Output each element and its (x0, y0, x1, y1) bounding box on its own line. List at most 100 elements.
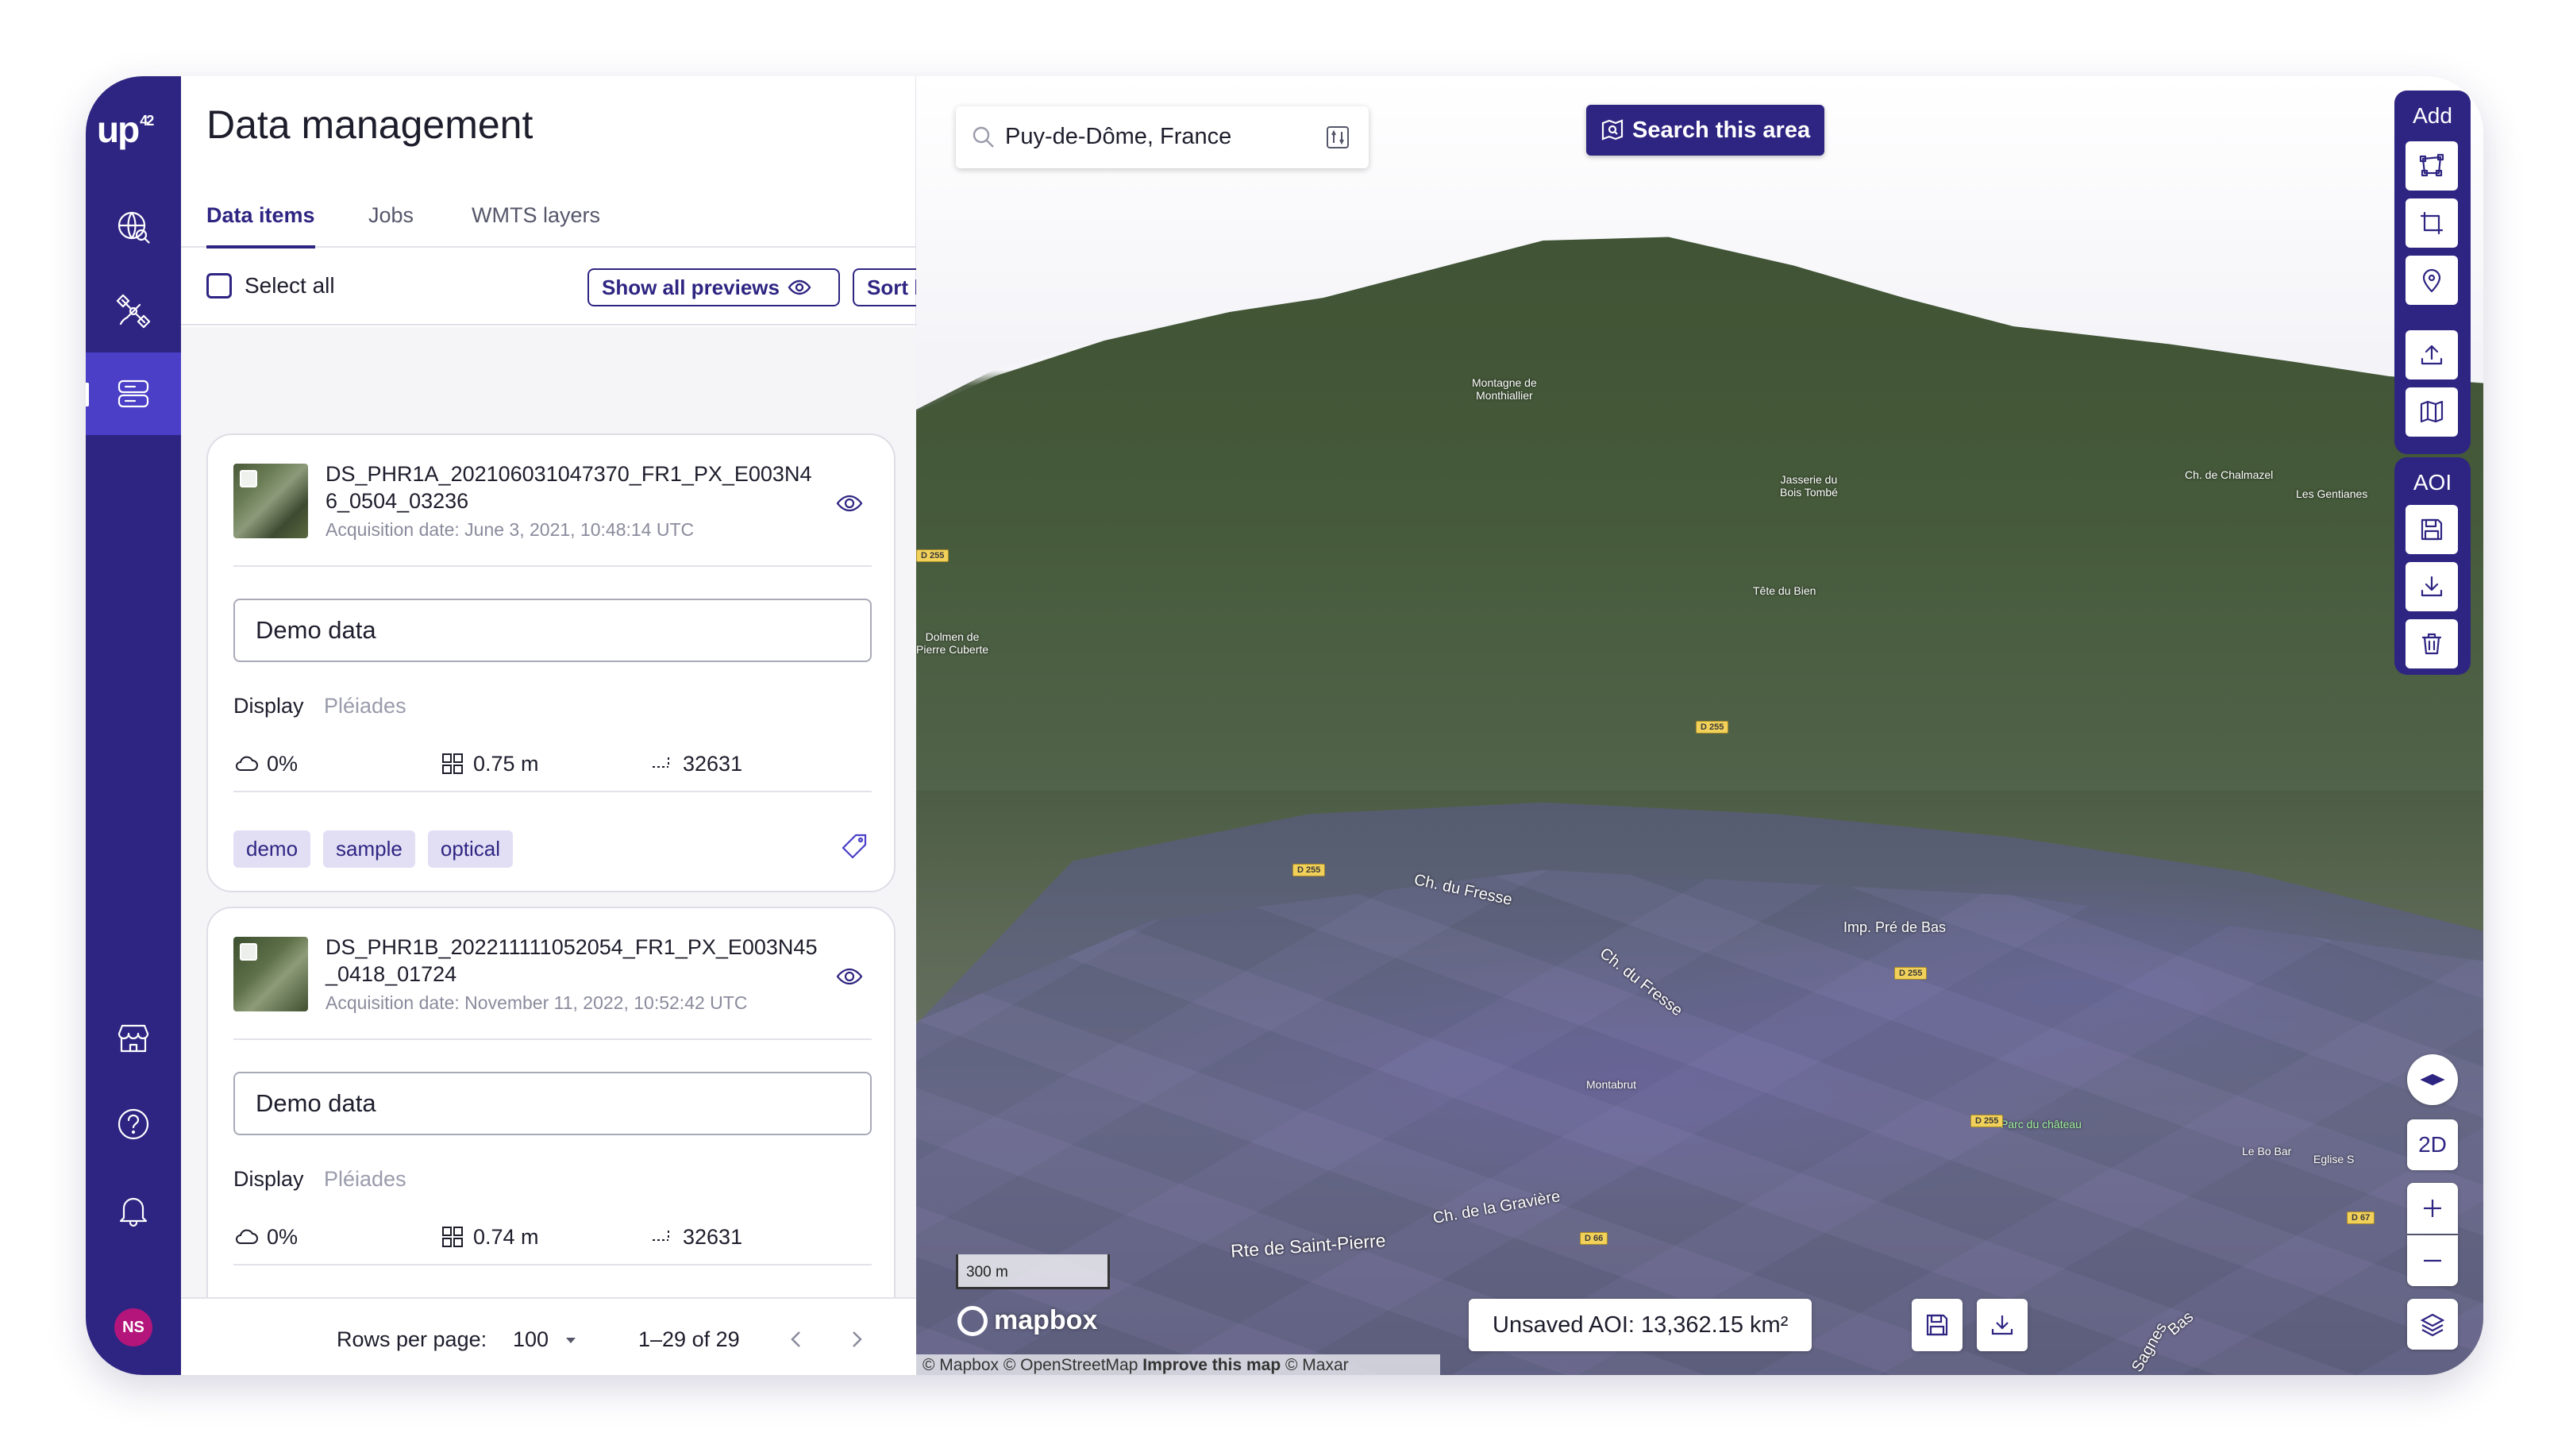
zoom-out-button[interactable] (2407, 1235, 2458, 1286)
road-badge: D 255 (1894, 967, 1928, 980)
compass-icon (2420, 1073, 2445, 1086)
saved-aois-button[interactable] (2406, 387, 2458, 437)
place-label: Montagne de Monthiallier (1472, 376, 1537, 402)
edit-tags-icon[interactable] (840, 832, 869, 861)
zoom-in-button[interactable] (2407, 1183, 2458, 1234)
draw-polygon-button[interactable] (2406, 141, 2458, 191)
list-toolbar: Select all Show all previews Sort by (181, 249, 983, 325)
tab-wmts-layers[interactable]: WMTS layers (472, 203, 600, 245)
rows-per-page-select[interactable]: 100 (513, 1327, 579, 1352)
coordinates-icon[interactable] (1324, 124, 1351, 151)
item-acquisition-date: Acquisition date: November 11, 2022, 10:… (325, 992, 748, 1013)
item-thumbnail[interactable] (233, 464, 308, 538)
tag-list: demo sample optical (233, 830, 514, 868)
delete-aoi-button[interactable] (2406, 619, 2458, 668)
item-title-input[interactable]: Demo data (233, 1072, 872, 1135)
help-icon (117, 1108, 149, 1140)
download-aoi-status-button[interactable] (1977, 1299, 2028, 1351)
improve-map-link[interactable]: Improve this map (1142, 1356, 1281, 1374)
select-all-checkbox[interactable] (206, 273, 232, 299)
projection-icon (653, 1231, 669, 1241)
compass-button[interactable] (2407, 1054, 2458, 1105)
nav-search-catalog[interactable] (86, 186, 181, 268)
aoi-overlay[interactable] (916, 802, 2483, 1375)
add-toolgroup: Add (2394, 91, 2471, 454)
divider (233, 1264, 872, 1265)
save-aoi-status-button[interactable] (1912, 1299, 1963, 1351)
aoi-toolgroup: AOI (2394, 457, 2471, 675)
display-label: Display (233, 694, 304, 718)
place-label: Imp. Pré de Bas (1843, 919, 1947, 935)
crs: 32631 (649, 1224, 742, 1250)
place-label: Ch. de Chalmazel (2185, 468, 2274, 481)
save-icon (1926, 1314, 1948, 1336)
rectangle-icon (2420, 211, 2444, 235)
layers-button[interactable] (2407, 1299, 2458, 1350)
data-item-card[interactable]: DS_PHR1A_202106031047370_FR1_PX_E003N46_… (206, 433, 896, 892)
prev-page-icon[interactable] (784, 1327, 808, 1351)
item-thumbnail[interactable] (233, 937, 308, 1011)
user-avatar[interactable]: NS (114, 1308, 152, 1346)
mapbox-logo[interactable]: mapbox (957, 1305, 1097, 1336)
nav-marketplace[interactable] (86, 997, 181, 1080)
polygon-icon (2419, 153, 2444, 177)
nav-data-management[interactable] (86, 352, 181, 435)
page-title: Data management (206, 102, 533, 147)
download-icon (2421, 576, 2443, 597)
tab-jobs[interactable]: Jobs (368, 203, 414, 245)
item-checkbox[interactable] (240, 943, 257, 961)
draw-point-button[interactable] (2406, 256, 2458, 305)
place-label: Eglise S (2313, 1153, 2355, 1165)
crs: 32631 (649, 751, 742, 776)
bell-icon (119, 1197, 148, 1227)
up42-logo[interactable]: up 42 (97, 108, 154, 151)
search-this-area-button[interactable]: Search this area (1586, 105, 1825, 156)
download-icon (1991, 1315, 2013, 1335)
preview-eye-icon[interactable] (835, 489, 864, 518)
show-all-previews-button[interactable]: Show all previews (587, 268, 840, 306)
item-acquisition-date: Acquisition date: June 3, 2021, 10:48:14… (325, 519, 695, 540)
view-mode-toggle[interactable]: 2D (2407, 1119, 2458, 1170)
aoi-status: Unsaved AOI: 13,362.15 km² (1469, 1299, 1812, 1351)
data-item-card[interactable]: DS_PHR1B_202211111052054_FR1_PX_E003N45_… (206, 907, 896, 1297)
location-search[interactable]: Puy-de-Dôme, France (956, 106, 1369, 168)
mapbox-logo-icon (957, 1305, 988, 1336)
display-label: Display (233, 1167, 304, 1191)
nav-tasking[interactable] (86, 270, 181, 352)
globe-search-icon (117, 211, 150, 244)
nav-help[interactable] (86, 1083, 181, 1165)
cloud-value: 0% (267, 751, 299, 776)
item-checkbox[interactable] (240, 470, 257, 487)
resolution: 0.75 m (440, 751, 539, 776)
upload-aoi-button[interactable] (2406, 330, 2458, 379)
crs-value: 32631 (683, 1224, 743, 1249)
draw-rectangle-button[interactable] (2406, 198, 2458, 248)
road-badge: D 67 (2347, 1211, 2375, 1224)
search-icon (973, 126, 994, 148)
panel-tabs: Data items Jobs WMTS layers (181, 187, 916, 248)
data-items-list[interactable]: DS_PHR1A_202106031047370_FR1_PX_E003N46_… (181, 327, 916, 1297)
next-page-icon[interactable] (845, 1327, 869, 1351)
projection-icon (653, 757, 669, 768)
save-icon (2421, 518, 2443, 541)
road-badge: D 66 (1580, 1232, 1608, 1245)
road-badge: D 255 (1292, 864, 1326, 876)
tag[interactable]: sample (323, 830, 415, 868)
tab-data-items[interactable]: Data items (206, 203, 315, 248)
item-title-input[interactable]: Demo data (233, 599, 872, 662)
nav-notifications[interactable] (86, 1169, 181, 1251)
tag[interactable]: demo (233, 830, 311, 868)
search-input[interactable]: Puy-de-Dôme, France (1005, 124, 1231, 150)
display-value: Pléiades (324, 694, 406, 718)
save-aoi-button[interactable] (2406, 505, 2458, 554)
grid-icon (442, 1227, 463, 1247)
divider (233, 565, 872, 567)
download-aoi-button[interactable] (2406, 562, 2458, 611)
place-label: Montabrut (1586, 1078, 1637, 1091)
preview-eye-icon[interactable] (835, 962, 864, 991)
map-view[interactable]: Montagne de Monthiallier Jasserie du Boi… (916, 76, 2483, 1375)
road-badge: D 255 (916, 549, 950, 562)
aoi-label: AOI (2413, 470, 2452, 495)
rows-per-page-value: 100 (513, 1327, 549, 1351)
tag[interactable]: optical (427, 830, 514, 868)
